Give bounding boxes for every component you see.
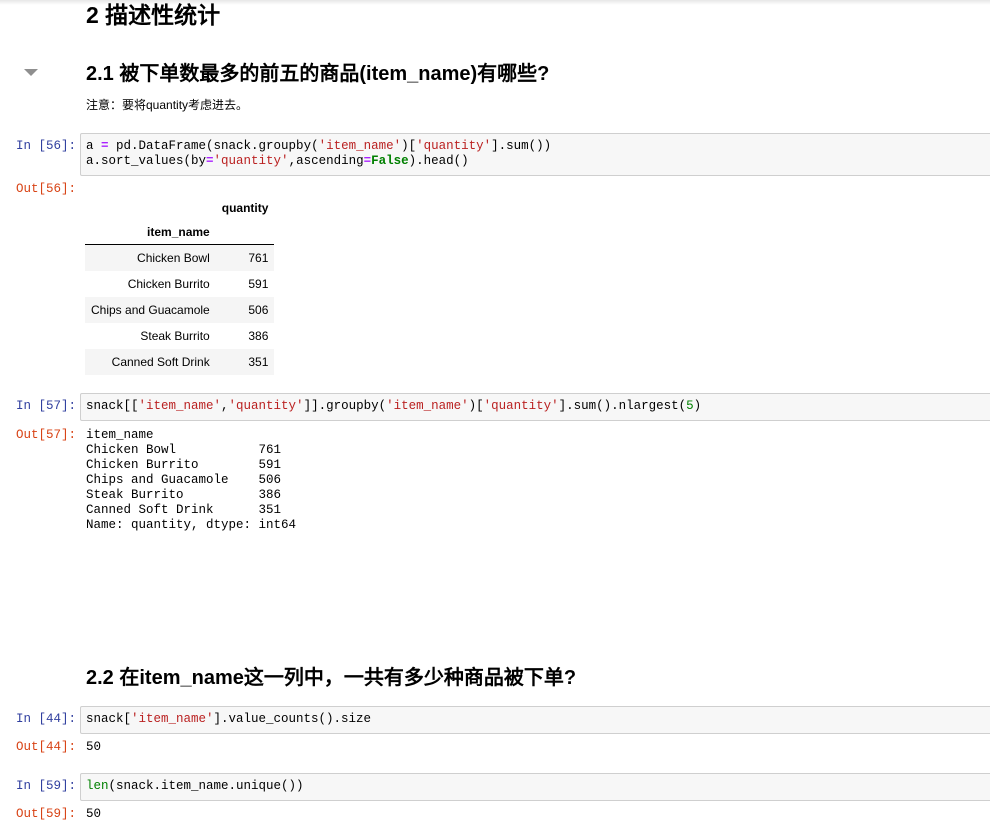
row-index: Chicken Burrito: [127, 276, 210, 291]
output-line: Name: quantity, dtype: int64: [86, 518, 297, 532]
cell-57-output: item_name Chicken Bowl 761 Chicken Burrito…: [86, 428, 296, 533]
cell-57-out-prompt: Out[57]:: [15, 428, 76, 442]
row-value: 386: [248, 328, 269, 343]
row-index: Chips and Guacamole: [91, 302, 210, 317]
cell-57-input[interactable]: snack[['item_name','quantity']].groupby(…: [80, 393, 990, 421]
section-heading: 2 描述性统计: [86, 2, 221, 28]
cell-56-in-prompt: In [56]:: [15, 139, 76, 153]
table-row: Steak Burrito 386: [85, 323, 274, 349]
table-row: Chicken Bowl 761: [85, 244, 275, 271]
code-line: snack['item_name'].value_counts().size: [86, 712, 372, 726]
cell-59-input[interactable]: len(snack.item_name.unique()): [80, 773, 990, 801]
collapse-caret-icon[interactable]: [24, 69, 38, 76]
cell-57-in-prompt: In [57]:: [15, 399, 76, 413]
table-row: Canned Soft Drink 351: [85, 348, 275, 375]
code-line: a = pd.DataFrame(snack.groupby('item_nam…: [86, 139, 552, 153]
index-name-header: item_name: [85, 220, 216, 245]
cell-44-out-prompt: Out[44]:: [15, 740, 76, 754]
cell-59-output: 50: [86, 807, 102, 821]
row-value: 761: [248, 250, 269, 265]
empty-header: [215, 220, 275, 245]
table-row: Chips and Guacamole 506: [85, 296, 275, 323]
cell-44-in-prompt: In [44]:: [15, 712, 76, 726]
cell-56-out-prompt: Out[56]:: [15, 182, 76, 196]
row-value: 351: [248, 354, 269, 369]
column-header: quantity: [221, 201, 269, 215]
cell-56-input[interactable]: a = pd.DataFrame(snack.groupby('item_nam…: [80, 133, 990, 176]
code-line: snack[['item_name','quantity']].groupby(…: [86, 399, 702, 413]
cell-44-output: 50: [86, 740, 102, 754]
cell-59-in-prompt: In [59]:: [15, 779, 76, 793]
output-line: Chips and Guacamole 506: [86, 473, 282, 487]
output-line: Chicken Bowl 761: [86, 443, 282, 457]
question-heading-2-2: 2.2 在item_name这一列中，一共有多少种商品被下单?: [86, 667, 577, 689]
output-line: Steak Burrito 386: [86, 488, 282, 502]
output-line: Canned Soft Drink 351: [86, 503, 282, 517]
row-index: Chicken Bowl: [137, 250, 210, 265]
corner-cell: [85, 196, 216, 220]
row-value: 591: [248, 276, 269, 291]
table-row: Chicken Burrito 591: [85, 271, 274, 297]
code-line: len(snack.item_name.unique()): [86, 779, 304, 793]
note-text: 注意：要将quantity考虑进去。: [86, 98, 249, 112]
row-index: Canned Soft Drink: [111, 354, 210, 369]
output-line: item_name: [86, 428, 154, 442]
row-index: Steak Burrito: [140, 328, 210, 343]
cell-59-out-prompt: Out[59]:: [15, 807, 76, 821]
cell-44-input[interactable]: snack['item_name'].value_counts().size: [80, 706, 990, 734]
code-line: a.sort_values(by='quantity',ascending=Fa…: [86, 154, 469, 168]
question-heading-2-1: 2.1 被下单数最多的前五的商品(item_name)有哪些?: [86, 63, 550, 85]
output-line: Chicken Burrito 591: [86, 458, 282, 472]
row-value: 506: [248, 302, 269, 317]
dataframe-table: quantity item_name Chicken Bowl 761 Chic…: [85, 196, 275, 375]
